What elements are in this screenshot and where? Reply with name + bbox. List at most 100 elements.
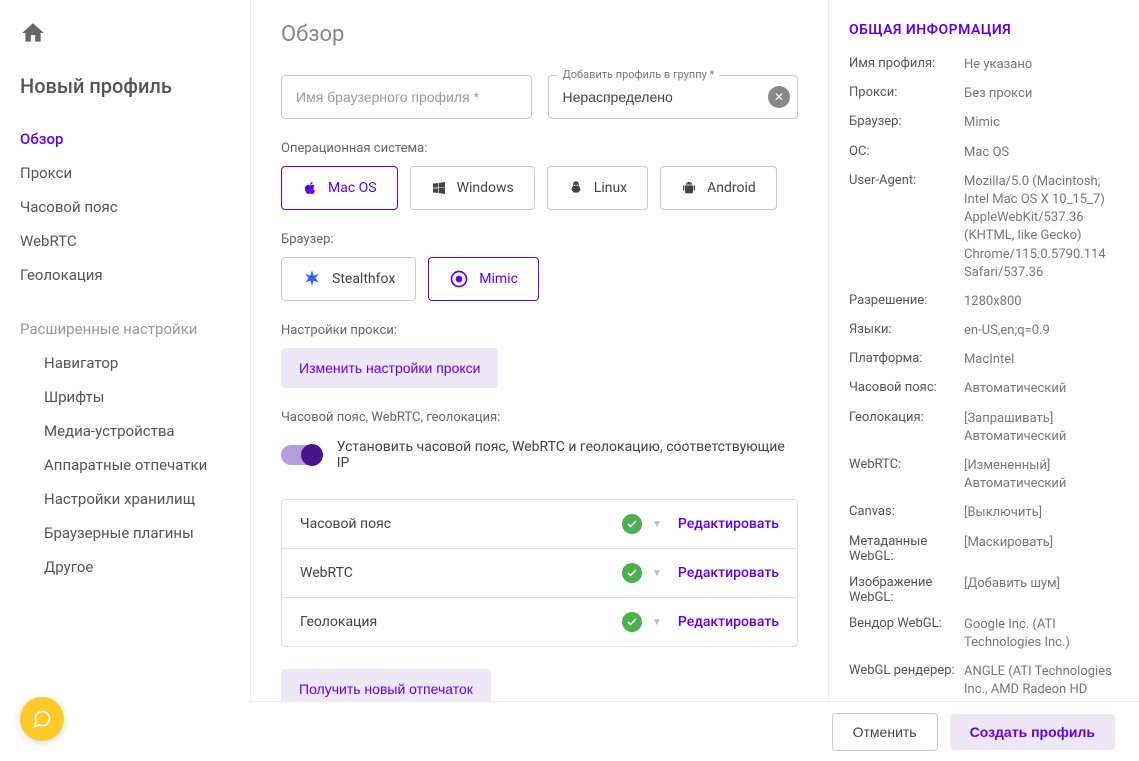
sidebar-title: Новый профиль bbox=[20, 74, 250, 98]
check-icon bbox=[622, 514, 642, 534]
info-val: en-US,en;q=0.9 bbox=[964, 322, 1119, 340]
group-label: Добавить профиль в группу * bbox=[558, 68, 720, 81]
nav-sub-3[interactable]: Аппаратные отпечатки bbox=[20, 448, 250, 482]
sidebar: Новый профиль ОбзорПроксиЧасовой поясWeb… bbox=[0, 0, 250, 761]
edit-link[interactable]: Редактировать bbox=[678, 614, 779, 630]
accordion-label: Геолокация bbox=[300, 614, 622, 630]
group-input[interactable] bbox=[548, 75, 799, 119]
info-row-3: ОС:Mac OS bbox=[849, 144, 1119, 162]
change-proxy-button[interactable]: Изменить настройки прокси bbox=[281, 348, 498, 388]
info-val: [Маскировать] bbox=[964, 534, 1119, 552]
info-val: Без прокси bbox=[964, 85, 1119, 103]
info-row-9: Геолокация:[Запрашивать] Автоматический bbox=[849, 410, 1119, 446]
info-val: Автоматический bbox=[964, 380, 1119, 398]
info-panel-title: ОБЩАЯ ИНФОРМАЦИЯ bbox=[849, 22, 1119, 38]
accordion-item-2: Геолокация ▼ Редактировать bbox=[282, 598, 797, 646]
info-key: WebGL рендерер: bbox=[849, 663, 964, 678]
info-row-10: WebRTC:[Измененный] Автоматический bbox=[849, 457, 1119, 493]
nav-sub-2[interactable]: Медиа-устройства bbox=[20, 414, 250, 448]
browser-option-stealthfox[interactable]: Stealthfox bbox=[281, 257, 416, 301]
info-val: 1280x800 bbox=[964, 293, 1119, 311]
nav-item-1[interactable]: Прокси bbox=[20, 156, 250, 190]
info-row-12: Метаданные WebGL:[Маскировать] bbox=[849, 534, 1119, 564]
info-panel: ОБЩАЯ ИНФОРМАЦИЯ Имя профиля:Не указаноП… bbox=[829, 0, 1139, 761]
page-title: Обзор bbox=[281, 22, 798, 47]
accordion-label: WebRTC bbox=[300, 565, 622, 581]
nav-sub-5[interactable]: Браузерные плагины bbox=[20, 516, 250, 550]
os-option-windows[interactable]: Windows bbox=[410, 166, 535, 210]
profile-name-field bbox=[281, 75, 532, 119]
nav-item-3[interactable]: WebRTC bbox=[20, 224, 250, 258]
chevron-down-icon[interactable]: ▼ bbox=[652, 519, 662, 530]
chevron-down-icon[interactable]: ▼ bbox=[652, 617, 662, 628]
info-key: Метаданные WebGL: bbox=[849, 534, 964, 564]
proxy-label: Настройки прокси: bbox=[281, 323, 798, 338]
os-icon bbox=[568, 180, 584, 196]
info-row-6: Языки:en-US,en;q=0.9 bbox=[849, 322, 1119, 340]
info-row-0: Имя профиля:Не указано bbox=[849, 56, 1119, 74]
os-icon bbox=[302, 180, 318, 196]
accordion-label: Часовой пояс bbox=[300, 516, 622, 532]
info-key: User-Agent: bbox=[849, 173, 964, 188]
nav-item-4[interactable]: Геолокация bbox=[20, 258, 250, 292]
info-row-13: Изображение WebGL:[Добавить шум] bbox=[849, 575, 1119, 605]
info-val: [Измененный] Автоматический bbox=[964, 457, 1119, 493]
os-option-android[interactable]: Android bbox=[660, 166, 777, 210]
info-key: Вендор WebGL: bbox=[849, 616, 964, 631]
info-key: Геолокация: bbox=[849, 410, 964, 425]
os-icon bbox=[431, 180, 447, 196]
advanced-section-label: Расширенные настройки bbox=[20, 312, 250, 346]
info-key: Canvas: bbox=[849, 504, 964, 519]
info-val: Mozilla/5.0 (Macintosh; Intel Mac OS X 1… bbox=[964, 173, 1119, 282]
info-key: Разрешение: bbox=[849, 293, 964, 308]
info-key: WebRTC: bbox=[849, 457, 964, 472]
clear-group-icon[interactable]: ✕ bbox=[768, 86, 790, 108]
info-row-14: Вендор WebGL:Google Inc. (ATI Technologi… bbox=[849, 616, 1119, 652]
info-key: Браузер: bbox=[849, 114, 964, 129]
os-option-mac-os[interactable]: Mac OS bbox=[281, 166, 398, 210]
check-icon bbox=[622, 563, 642, 583]
info-key: Платформа: bbox=[849, 351, 964, 366]
info-val: [Выключить] bbox=[964, 504, 1119, 522]
cancel-button[interactable]: Отменить bbox=[832, 713, 938, 751]
edit-link[interactable]: Редактировать bbox=[678, 516, 779, 532]
nav-item-0[interactable]: Обзор bbox=[20, 122, 250, 156]
ip-match-toggle-label: Установить часовой пояс, WebRTC и геолок… bbox=[337, 439, 798, 471]
profile-name-input[interactable] bbox=[281, 75, 532, 119]
info-val: Mac OS bbox=[964, 144, 1119, 162]
tz-webrtc-geo-label: Часовой пояс, WebRTC, геолокация: bbox=[281, 410, 798, 425]
help-bubble-icon[interactable] bbox=[20, 697, 64, 741]
home-icon[interactable] bbox=[20, 20, 250, 50]
os-option-linux[interactable]: Linux bbox=[547, 166, 648, 210]
browser-icon bbox=[302, 269, 322, 289]
info-row-8: Часовой пояс:Автоматический bbox=[849, 380, 1119, 398]
edit-link[interactable]: Редактировать bbox=[678, 565, 779, 581]
info-row-5: Разрешение:1280x800 bbox=[849, 293, 1119, 311]
nav-sub-6[interactable]: Другое bbox=[20, 550, 250, 584]
group-field: Добавить профиль в группу * ✕ bbox=[548, 75, 799, 119]
chevron-down-icon[interactable]: ▼ bbox=[652, 568, 662, 579]
nav-sub-4[interactable]: Настройки хранилищ bbox=[20, 482, 250, 516]
browser-option-mimic[interactable]: Mimic bbox=[428, 257, 539, 301]
info-key: Изображение WebGL: bbox=[849, 575, 964, 605]
accordion-item-0: Часовой пояс ▼ Редактировать bbox=[282, 500, 797, 549]
ip-match-toggle[interactable] bbox=[281, 445, 321, 465]
info-row-4: User-Agent:Mozilla/5.0 (Macintosh; Intel… bbox=[849, 173, 1119, 282]
info-key: Прокси: bbox=[849, 85, 964, 100]
info-row-7: Платформа:MacIntel bbox=[849, 351, 1119, 369]
nav-sub-1[interactable]: Шрифты bbox=[20, 380, 250, 414]
info-row-1: Прокси:Без прокси bbox=[849, 85, 1119, 103]
accordion-item-1: WebRTC ▼ Редактировать bbox=[282, 549, 797, 598]
os-label: Операционная система: bbox=[281, 141, 798, 156]
info-val: MacIntel bbox=[964, 351, 1119, 369]
footer: Отменить Создать профиль bbox=[250, 701, 1139, 761]
info-key: Часовой пояс: bbox=[849, 380, 964, 395]
browser-label: Браузер: bbox=[281, 232, 798, 247]
info-key: Имя профиля: bbox=[849, 56, 964, 71]
create-profile-button[interactable]: Создать профиль bbox=[950, 714, 1115, 750]
check-icon bbox=[622, 612, 642, 632]
nav-item-2[interactable]: Часовой пояс bbox=[20, 190, 250, 224]
nav-sub-0[interactable]: Навигатор bbox=[20, 346, 250, 380]
info-row-2: Браузер:Mimic bbox=[849, 114, 1119, 132]
info-val: Не указано bbox=[964, 56, 1119, 74]
